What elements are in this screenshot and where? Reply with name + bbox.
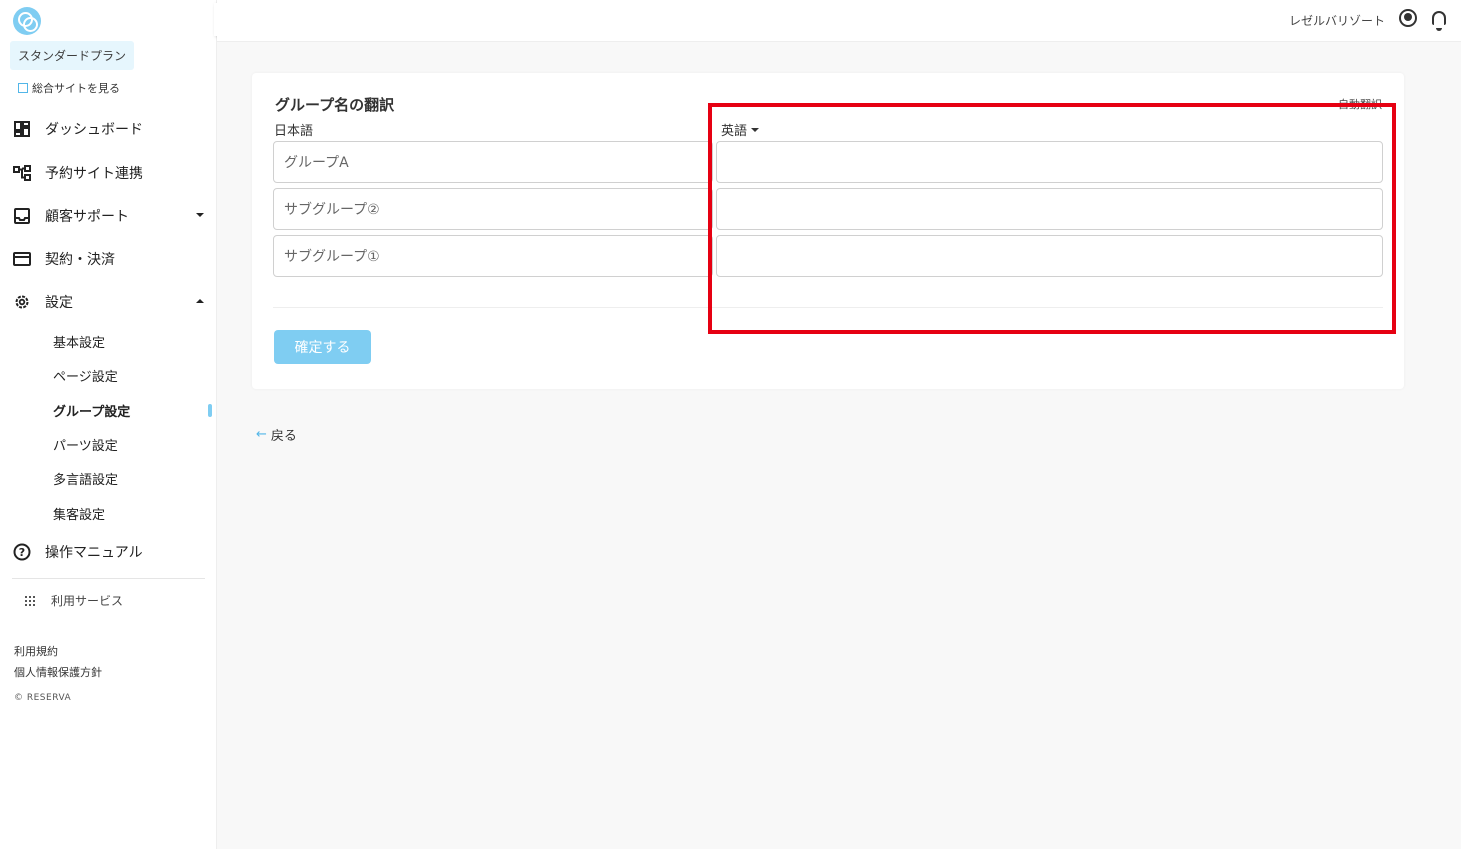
sidebar-item-multilingual-settings[interactable]: 多言語設定 [53,469,118,488]
shop-name[interactable]: レゼルバリゾート [1289,12,1385,29]
arrow-left-icon: ← [256,427,267,442]
card-divider [273,307,1383,308]
view-site-label: 総合サイトを見る [32,82,120,95]
services-link[interactable]: 利用サービス [25,592,123,609]
card-title: グループ名の翻訳 [275,96,395,114]
inbox-icon [12,206,32,226]
services-label: 利用サービス [51,594,124,608]
english-name-input[interactable] [716,141,1383,183]
logo[interactable] [13,7,41,35]
english-name-input[interactable] [716,235,1383,277]
nav-customer-support[interactable]: 顧客サポート [12,205,208,227]
help-icon: ? [12,542,32,562]
sidebar-item-page-settings[interactable]: ページ設定 [53,366,118,385]
sidebar-item-parts-settings[interactable]: パーツ設定 [53,435,118,454]
sidebar-item-marketing-settings[interactable]: 集客設定 [53,504,105,523]
user-icon[interactable] [1399,9,1417,27]
nav-booking-link[interactable]: 予約サイト連携 [12,162,208,184]
confirm-button[interactable]: 確定する [274,330,371,364]
nav-manual-label: 操作マニュアル [45,545,143,561]
nav-dashboard-label: ダッシュボード [45,122,143,138]
sidebar-item-group-settings[interactable]: グループ設定 [53,401,130,420]
nav-settings[interactable]: 設定 [12,291,208,313]
back-link[interactable]: ← 戻る [256,425,297,444]
nav-customer-support-label: 顧客サポート [45,209,129,225]
gear-icon [12,292,32,312]
grid-icon [25,595,35,606]
english-name-input[interactable] [716,188,1383,230]
active-indicator [208,404,212,417]
nav-dashboard[interactable]: ダッシュボード [12,118,208,140]
nav-contract-payment-label: 契約・決済 [45,252,115,268]
sidebar-item-basic-settings[interactable]: 基本設定 [53,332,105,351]
translation-card: グループ名の翻訳 自動翻訳 日本語 英語 確定する [252,73,1404,389]
view-site-link[interactable]: 総合サイトを見る [18,80,120,96]
auto-translate-button[interactable]: 自動翻訳 [1338,96,1382,112]
nav-manual[interactable]: ? 操作マニュアル [12,541,208,563]
dashboard-icon [12,119,32,139]
japanese-name-input[interactable] [273,188,713,230]
japanese-name-input[interactable] [273,141,713,183]
chevron-up-icon [196,299,204,303]
terms-link[interactable]: 利用規約 [14,643,58,659]
nav-settings-label: 設定 [45,295,73,311]
chevron-down-icon [196,213,204,217]
privacy-link[interactable]: 個人情報保護方針 [14,664,102,680]
sidebar-divider [12,578,205,579]
nav-booking-link-label: 予約サイト連携 [45,166,143,182]
hierarchy-icon [12,163,32,183]
language-select[interactable]: 英語 [721,120,760,139]
header: レゼルバリゾート [217,0,1461,42]
chevron-down-icon [751,127,760,132]
credit-card-icon [12,249,32,269]
back-label: 戻る [270,429,297,444]
japanese-name-input[interactable] [273,235,713,277]
copyright: © RESERVA [14,693,72,703]
svg-text:?: ? [19,546,25,559]
external-link-icon [18,83,28,93]
plan-badge: スタンダードプラン [10,41,135,70]
japanese-column-label: 日本語 [274,124,314,139]
sidebar: スタンダードプラン 総合サイトを見る ダッシュボード 予約サイト連携 顧客サポー… [0,0,217,849]
language-select-label: 英語 [721,124,748,139]
bell-icon[interactable] [1432,11,1446,31]
nav-contract-payment[interactable]: 契約・決済 [12,248,208,270]
